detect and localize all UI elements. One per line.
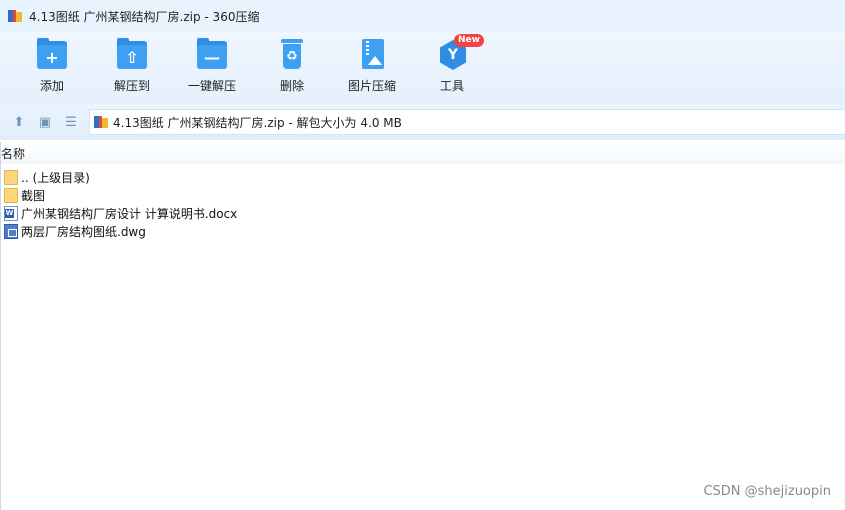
tools-hexagon-icon: Y New — [436, 34, 484, 72]
watermark: CSDN @shejizuopin — [703, 484, 831, 499]
toolbar: + 添加 ⇧ 解压到 — 一键解压 ♻ 删除 图片压缩 Y New 工具 — [0, 32, 845, 104]
list-view-icon[interactable]: ☰ — [62, 113, 80, 131]
tools-button[interactable]: Y New 工具 — [412, 34, 492, 94]
file-list: .. (上级目录) 截图 广州某钢结构厂房设计 计算说明书.docx 两层厂房结… — [0, 168, 845, 240]
thumbnail-view-icon[interactable]: ▣ — [36, 113, 54, 131]
list-item-parent-dir[interactable]: .. (上级目录) — [0, 168, 845, 186]
title-bar: 4.13图纸 广州某钢结构厂房.zip - 360压缩 — [0, 0, 845, 32]
address-bar: ⬆ ▣ ☰ 4.13图纸 广州某钢结构厂房.zip - 解包大小为 4.0 MB — [0, 104, 845, 140]
app-zip-icon — [8, 9, 24, 23]
extract-to-button[interactable]: ⇧ 解压到 — [92, 38, 172, 94]
list-item-docx[interactable]: 广州某钢结构厂房设计 计算说明书.docx — [0, 204, 845, 222]
tools-label: 工具 — [439, 79, 464, 93]
image-zip-icon — [356, 38, 388, 72]
file-name: 两层厂房结构图纸.dwg — [21, 224, 146, 239]
image-compress-label: 图片压缩 — [347, 79, 396, 93]
list-item-dwg[interactable]: 两层厂房结构图纸.dwg — [0, 222, 845, 240]
add-folder-icon: + — [36, 38, 68, 72]
extract-to-label: 解压到 — [113, 79, 150, 93]
window-title: 4.13图纸 广州某钢结构厂房.zip - 360压缩 — [29, 9, 260, 24]
delete-label: 删除 — [279, 79, 304, 93]
image-compress-button[interactable]: 图片压缩 — [332, 38, 412, 94]
one-click-folder-icon: — — [196, 38, 228, 72]
file-name: .. (上级目录) — [21, 170, 90, 185]
list-header: 名称 — [0, 142, 845, 164]
folder-icon — [4, 169, 18, 185]
extract-folder-icon: ⇧ — [116, 38, 148, 72]
new-badge: New — [454, 34, 484, 47]
column-name-header[interactable]: 名称 — [1, 145, 25, 162]
address-path: 4.13图纸 广州某钢结构厂房.zip - 解包大小为 4.0 MB — [113, 115, 402, 130]
dwg-file-icon — [4, 223, 18, 239]
address-field[interactable]: 4.13图纸 广州某钢结构厂房.zip - 解包大小为 4.0 MB — [89, 109, 845, 135]
file-name: 截图 — [21, 188, 46, 203]
file-name: 广州某钢结构厂房设计 计算说明书.docx — [21, 206, 238, 221]
one-click-extract-button[interactable]: — 一键解压 — [172, 38, 252, 94]
up-arrow-icon[interactable]: ⬆ — [10, 113, 28, 131]
list-item-screenshots[interactable]: 截图 — [0, 186, 845, 204]
recycle-bin-icon: ♻ — [276, 38, 308, 72]
one-click-extract-label: 一键解压 — [187, 79, 236, 93]
folder-icon — [4, 187, 18, 203]
word-doc-icon — [4, 205, 18, 221]
add-label: 添加 — [39, 79, 64, 93]
add-button[interactable]: + 添加 — [12, 38, 92, 94]
delete-button[interactable]: ♻ 删除 — [252, 38, 332, 94]
archive-icon — [94, 115, 108, 129]
